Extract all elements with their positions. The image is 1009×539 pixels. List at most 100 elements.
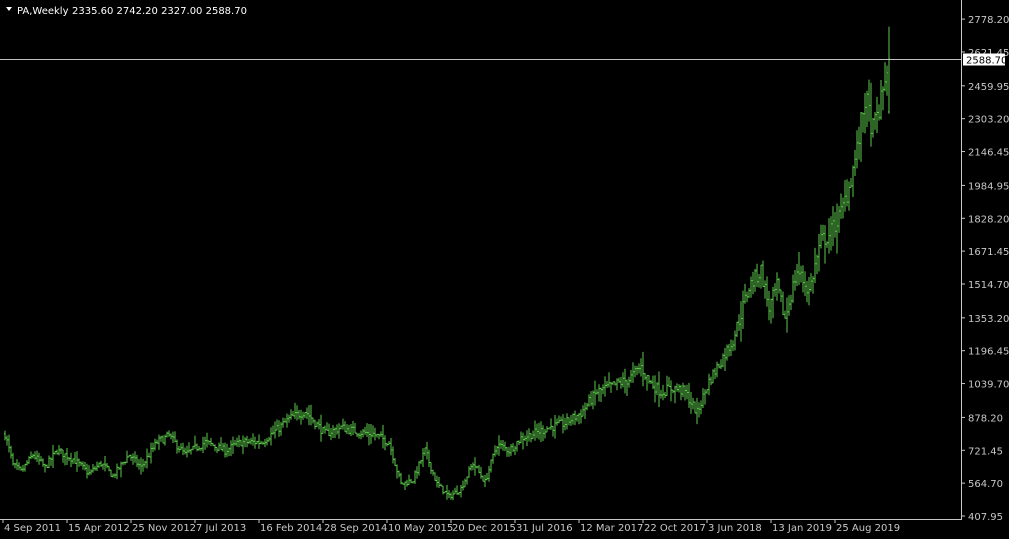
ohlc-bar <box>598 384 600 402</box>
ohlc-bar <box>828 218 830 254</box>
ohlc-bar <box>664 391 666 399</box>
ohlc-bar <box>306 407 308 420</box>
ohlc-bar <box>878 104 880 121</box>
ohlc-bar <box>148 452 150 458</box>
x-tick: 31 Jul 2016 <box>514 519 573 534</box>
ohlc-bar <box>164 434 166 446</box>
ohlc-bar <box>260 440 262 445</box>
ohlc-bar <box>142 458 144 472</box>
ohlc-bar <box>194 435 196 450</box>
ohlc-bar <box>800 265 802 283</box>
ohlc-bar <box>350 423 352 436</box>
ohlc-bar <box>358 433 360 439</box>
ohlc-bar <box>26 460 28 466</box>
ohlc-bar <box>450 492 452 500</box>
ohlc-bar <box>112 473 114 478</box>
ohlc-bar <box>310 404 312 426</box>
ohlc-bar <box>570 415 572 426</box>
ohlc-bar <box>290 409 292 420</box>
ohlc-bar <box>614 381 616 386</box>
ohlc-bar <box>218 442 220 452</box>
ohlc-bar <box>366 423 368 438</box>
ohlc-bar <box>584 402 586 420</box>
ohlc-bar <box>692 397 694 410</box>
y-tick-label: 1039.70 <box>968 380 1009 391</box>
ohlc-bar <box>46 464 48 468</box>
ohlc-bar <box>454 487 456 495</box>
ohlc-bar <box>364 426 366 436</box>
ohlc-bar <box>852 165 854 198</box>
ohlc-bar <box>286 413 288 428</box>
x-tick-label: 10 May 2015 <box>388 523 453 534</box>
ohlc-bar <box>494 445 496 457</box>
ohlc-bar <box>794 270 796 291</box>
ohlc-bar <box>294 402 296 419</box>
ohlc-bar <box>604 376 606 397</box>
x-tick: 16 Feb 2014 <box>258 519 322 534</box>
ohlc-bar <box>8 434 10 453</box>
x-tick: 15 Apr 2012 <box>66 519 130 534</box>
triangle-down-icon[interactable] <box>6 7 12 11</box>
ohlc-bar <box>620 376 622 389</box>
ohlc-bar <box>806 280 808 303</box>
y-tick: 1984.95 <box>961 181 1009 192</box>
ohlc-bar <box>188 442 190 454</box>
ohlc-bar <box>362 429 364 438</box>
ohlc-bar <box>208 440 210 445</box>
ohlc-bar <box>138 459 140 470</box>
ohlc-bar <box>738 314 740 331</box>
y-tick: 1196.45 <box>961 347 1009 358</box>
ohlc-bar <box>510 444 512 456</box>
ohlc-bar <box>254 436 256 449</box>
ohlc-bar <box>850 177 852 188</box>
ohlc-bar <box>606 381 608 388</box>
ohlc-bar <box>576 414 578 422</box>
price-chart[interactable]: 2778.202621.452459.952303.202146.451984.… <box>0 0 1009 539</box>
ohlc-bar <box>250 437 252 445</box>
ohlc-bar <box>258 434 260 449</box>
x-tick-label: 28 Sep 2014 <box>324 523 387 534</box>
ohlc-bar <box>648 375 650 384</box>
y-tick-label: 564.70 <box>968 479 1003 490</box>
ohlc-bar <box>842 197 844 219</box>
ohlc-bar <box>870 82 872 147</box>
y-tick-label: 2303.20 <box>968 115 1009 126</box>
ohlc-bar <box>150 442 152 464</box>
ohlc-bar <box>120 461 122 478</box>
ohlc-bar <box>656 382 658 396</box>
ohlc-bar <box>238 435 240 448</box>
ohlc-bar <box>440 483 442 487</box>
ohlc-bar <box>502 439 504 451</box>
y-tick-label: 1671.45 <box>968 247 1009 258</box>
ohlc-bar <box>750 276 752 298</box>
ohlc-bar <box>442 485 444 495</box>
ohlc-bar <box>398 470 400 478</box>
ohlc-bar <box>302 411 304 420</box>
ohlc-bar <box>98 462 100 468</box>
ohlc-bar <box>810 273 812 292</box>
ohlc-bar <box>838 206 840 233</box>
x-tick-label: 7 Jul 2013 <box>196 523 246 534</box>
symbol-label: PA,Weekly <box>17 6 69 17</box>
ohlc-bar <box>304 411 306 419</box>
ohlc-bar <box>578 412 580 425</box>
ohlc-bar <box>726 344 728 361</box>
ohlc-bar <box>288 414 290 423</box>
ohlc-bar <box>732 340 734 352</box>
ohlc-bar <box>568 417 570 426</box>
ohlc-bar <box>744 283 746 304</box>
ohlc-bar <box>528 428 530 442</box>
ohlc-bar <box>544 428 546 439</box>
ohlc-bar <box>64 453 66 466</box>
ohlc-bar <box>94 465 96 471</box>
ohlc-bar <box>468 466 470 478</box>
ohlc-bar <box>872 117 874 138</box>
ohlc-bar <box>500 440 502 449</box>
ohlc-bar <box>736 321 738 338</box>
ohlc-bar <box>408 474 410 485</box>
ohlc-bar <box>236 437 238 447</box>
ohlc-bar <box>740 301 742 342</box>
ohlc-bar <box>868 79 870 122</box>
ohlc-bar <box>856 130 858 169</box>
ohlc-bar <box>714 367 716 380</box>
